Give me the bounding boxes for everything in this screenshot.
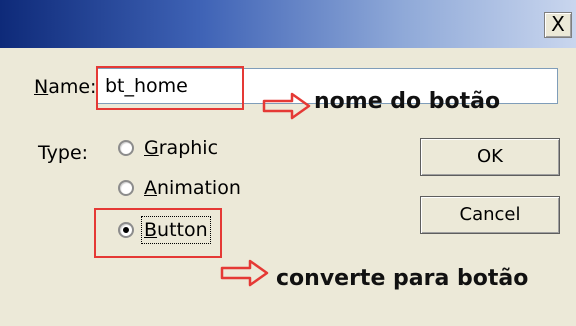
name-label: Name: — [34, 76, 97, 98]
radio-graphic-indicator[interactable] — [118, 140, 134, 156]
button-annotation: converte para botão — [276, 266, 529, 291]
type-label: Type: — [38, 142, 89, 164]
arrow-icon — [262, 92, 311, 120]
close-icon: X — [551, 12, 565, 36]
radio-graphic-label: Graphic — [144, 137, 219, 159]
convert-symbol-dialog: X Name: bt_home nome do botão Type: Grap… — [0, 0, 576, 326]
close-button[interactable]: X — [544, 12, 572, 38]
radio-animation-label: Animation — [144, 177, 241, 199]
arrow-icon — [220, 259, 269, 287]
name-annotation: nome do botão — [314, 89, 501, 114]
radio-animation[interactable]: Animation — [118, 176, 241, 200]
ok-button[interactable]: OK — [420, 138, 560, 176]
cancel-button[interactable]: Cancel — [420, 196, 560, 234]
name-highlight-box — [96, 66, 244, 110]
radio-graphic[interactable]: Graphic — [118, 136, 218, 160]
button-highlight-box — [94, 208, 222, 258]
title-bar: X — [0, 0, 576, 48]
radio-animation-indicator[interactable] — [118, 180, 134, 196]
